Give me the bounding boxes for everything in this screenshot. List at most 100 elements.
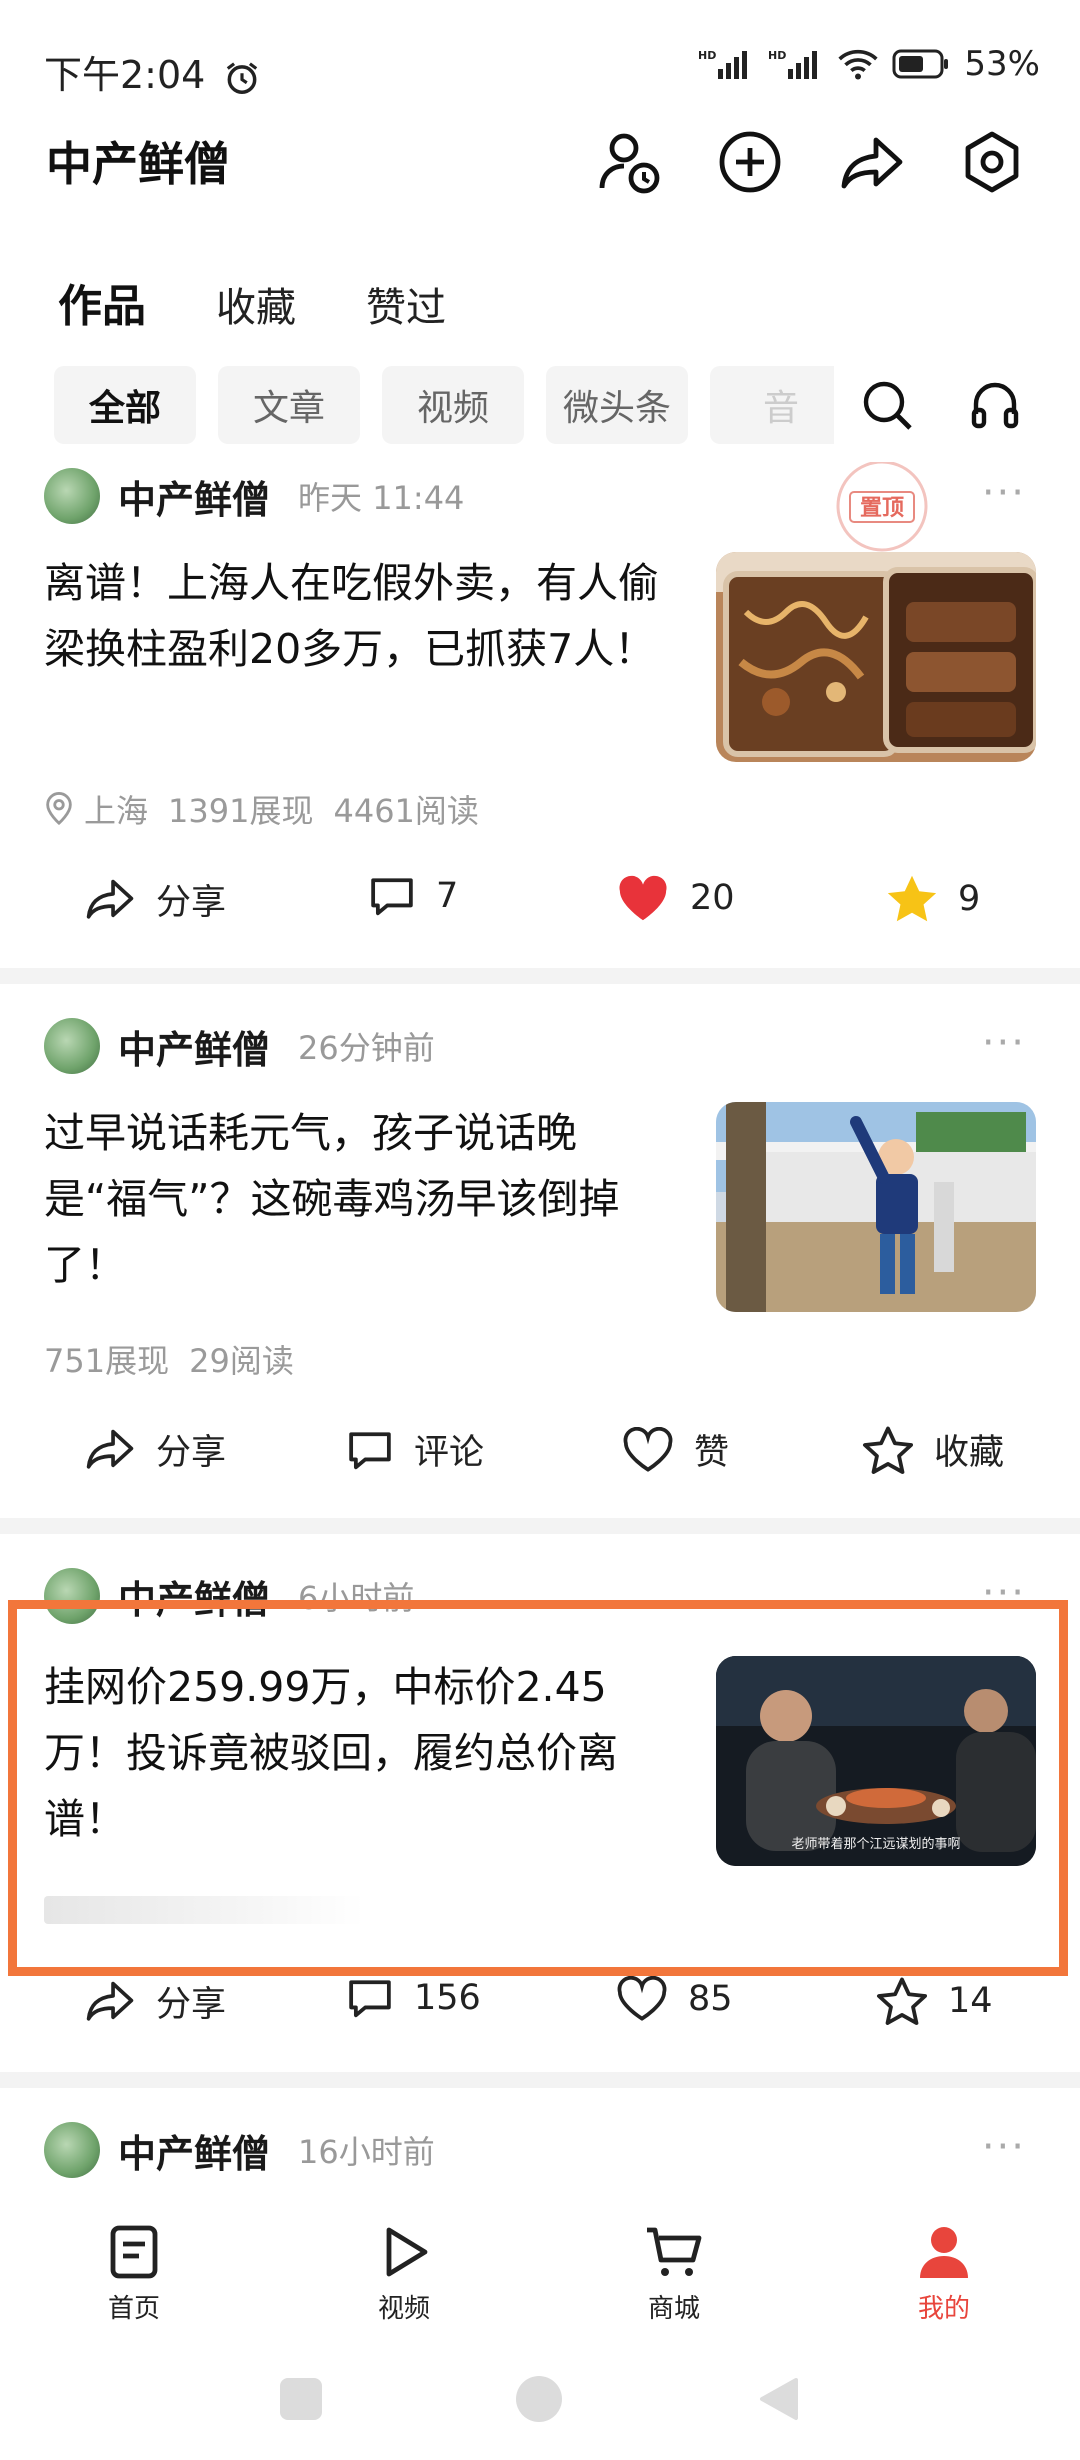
favorite-button[interactable]: 收藏 — [862, 1424, 1004, 1475]
post-time: 昨天 11:44 — [298, 479, 465, 517]
like-button[interactable]: 20 — [616, 874, 735, 922]
share-button[interactable]: 分享 — [84, 1976, 226, 2027]
chip-all[interactable]: 全部 — [54, 366, 196, 444]
svg-text:HD: HD — [698, 49, 716, 62]
star-icon — [862, 1425, 914, 1475]
nav-video[interactable]: 视频 — [344, 2224, 464, 2325]
svg-text:HD: HD — [768, 49, 786, 62]
post-actions: 分享 评论 赞 收藏 — [0, 1424, 1080, 1484]
signal-icon-2: HD — [768, 47, 824, 81]
chip-micro-posts[interactable]: 微头条 — [546, 366, 688, 444]
play-icon — [377, 2224, 431, 2280]
content-tabs: 作品 收藏 赞过 — [58, 270, 446, 334]
post-time: 16小时前 — [298, 2133, 435, 2171]
alarm-icon — [223, 59, 261, 97]
nav-mall[interactable]: 商城 — [614, 2224, 734, 2325]
post-header: 中产鲜僧 16小时前 — [44, 2122, 435, 2178]
comment-icon — [346, 1428, 394, 1472]
share-icon — [84, 1979, 136, 2025]
comment-icon — [346, 1976, 394, 2020]
post-impressions: 751展现 — [44, 1342, 170, 1380]
nav-home[interactable]: 首页 — [74, 2224, 194, 2325]
author-name[interactable]: 中产鲜僧 — [118, 1019, 270, 1074]
visitor-history-icon[interactable] — [596, 128, 664, 196]
tab-works[interactable]: 作品 — [58, 270, 146, 334]
post-thumbnail[interactable] — [716, 1102, 1036, 1312]
wifi-icon — [838, 47, 879, 81]
post-impressions: 1391展现 — [168, 792, 314, 830]
nav-home-label: 首页 — [107, 2294, 160, 2324]
avatar[interactable] — [44, 2122, 100, 2178]
divider — [0, 2072, 1080, 2088]
post-reads: 4461阅读 — [333, 792, 479, 830]
share-button[interactable]: 分享 — [84, 874, 226, 925]
tab-favorites[interactable]: 收藏 — [216, 275, 296, 333]
cart-icon — [645, 2224, 703, 2280]
nav-video-label: 视频 — [377, 2294, 430, 2324]
share-label: 分享 — [156, 883, 227, 923]
more-menu-icon[interactable]: ··· — [982, 2124, 1026, 2170]
post-headline[interactable]: 过早说话耗元气，孩子说话晚是“福气”？这碗毒鸡汤早该倒掉了！ — [44, 1100, 674, 1298]
favorite-label: 收藏 — [934, 1433, 1005, 1473]
more-menu-icon[interactable]: ··· — [982, 470, 1026, 516]
heart-icon — [616, 1976, 668, 2022]
favorite-button[interactable]: 9 — [886, 874, 980, 924]
person-icon — [916, 2224, 972, 2280]
system-navigation — [0, 2370, 1080, 2460]
tab-liked[interactable]: 赞过 — [366, 275, 446, 333]
avatar[interactable] — [44, 468, 100, 524]
favorite-button[interactable]: 14 — [876, 1976, 993, 2026]
filter-chips: 全部 文章 视频 微头条 音 — [54, 366, 834, 444]
status-time-text: 下午2:04 — [44, 53, 206, 97]
pinned-label: 置顶 — [860, 496, 904, 521]
post-time: 26分钟前 — [298, 1029, 435, 1067]
author-name[interactable]: 中产鲜僧 — [118, 469, 270, 524]
comment-button[interactable]: 7 — [368, 874, 458, 918]
author-name[interactable]: 中产鲜僧 — [118, 2123, 270, 2178]
search-icon[interactable] — [860, 378, 914, 432]
status-time: 下午2:04 — [44, 44, 261, 99]
post-actions: 分享 7 20 9 — [0, 874, 1080, 934]
home-button[interactable] — [516, 2376, 562, 2422]
comment-button[interactable]: 156 — [346, 1976, 481, 2020]
share-icon[interactable] — [838, 128, 906, 196]
like-button[interactable]: 85 — [616, 1976, 733, 2022]
more-menu-icon[interactable]: ··· — [982, 1020, 1026, 1066]
comment-count: 7 — [436, 876, 459, 916]
back-button[interactable] — [756, 2376, 800, 2422]
battery-percent: 53% — [964, 44, 1040, 84]
headphones-icon[interactable] — [968, 378, 1022, 432]
signal-icon: HD — [698, 47, 754, 81]
share-label: 分享 — [156, 1985, 227, 2025]
avatar[interactable] — [44, 1018, 100, 1074]
heart-icon — [622, 1426, 674, 1473]
chip-articles[interactable]: 文章 — [218, 366, 360, 444]
page-title: 中产鲜僧 — [46, 137, 230, 191]
like-count: 20 — [690, 878, 735, 918]
nav-mall-label: 商城 — [647, 2294, 700, 2324]
like-button[interactable]: 赞 — [622, 1424, 729, 1475]
add-icon[interactable] — [716, 128, 784, 196]
bottom-navigation: 首页 视频 商城 我的 — [0, 2200, 1080, 2330]
star-icon — [876, 1976, 928, 2026]
status-icons: HD HD 53% — [698, 44, 1040, 84]
heart-filled-icon — [616, 874, 670, 922]
nav-me[interactable]: 我的 — [884, 2224, 1004, 2325]
battery-icon — [892, 48, 950, 80]
post-location: 上海 — [84, 792, 149, 830]
post-thumbnail[interactable] — [716, 552, 1036, 762]
comment-icon — [368, 874, 416, 918]
share-label: 分享 — [156, 1433, 227, 1473]
recents-button[interactable] — [280, 2378, 322, 2420]
post-headline[interactable]: 离谱！上海人在吃假外卖，有人偷梁换柱盈利20多万，已抓获7人！ — [44, 550, 674, 682]
comment-button[interactable]: 评论 — [346, 1424, 484, 1475]
chip-audio[interactable]: 音 — [710, 366, 834, 444]
post-actions: 分享 156 85 14 — [0, 1976, 1080, 2036]
pinned-stamp: 置顶 — [832, 462, 932, 552]
settings-icon[interactable] — [958, 128, 1026, 196]
comment-label: 评论 — [414, 1433, 485, 1473]
post-reads: 29阅读 — [189, 1342, 294, 1380]
chip-videos[interactable]: 视频 — [382, 366, 524, 444]
like-count: 85 — [688, 1979, 733, 2019]
share-button[interactable]: 分享 — [84, 1424, 226, 1475]
